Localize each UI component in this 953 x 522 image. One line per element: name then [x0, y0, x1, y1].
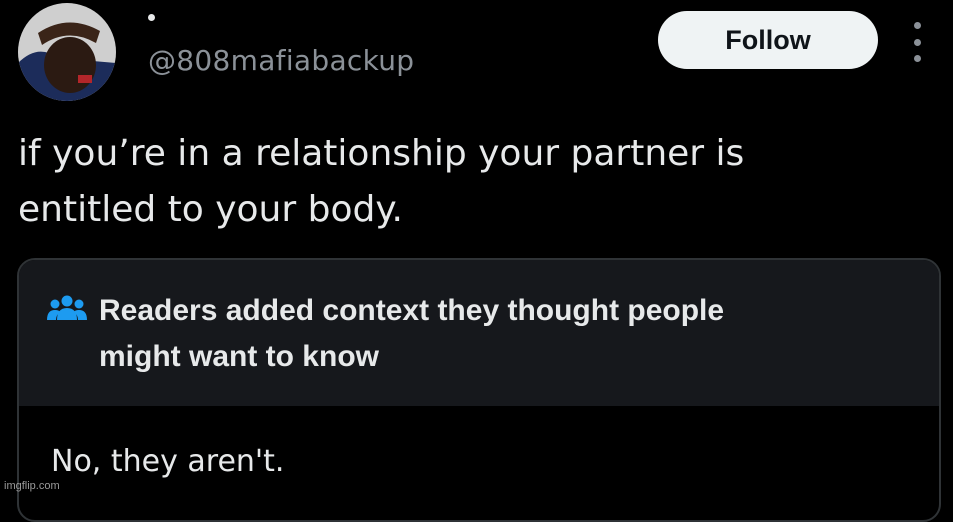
more-options-icon[interactable]	[905, 22, 929, 62]
ellipsis-dot-icon	[913, 55, 921, 62]
community-note-header: Readers added context they thought peopl…	[19, 260, 939, 406]
community-note-body: No, they aren't.	[51, 444, 285, 479]
people-group-icon	[47, 294, 87, 326]
follow-button[interactable]: Follow	[658, 11, 878, 69]
ellipsis-dot-icon	[913, 38, 921, 46]
tweet-text: if you’re in a relationship your partner…	[18, 126, 918, 238]
display-name-dot	[148, 14, 155, 21]
user-handle[interactable]: @808mafiabackup	[148, 44, 414, 77]
avatar[interactable]	[18, 3, 116, 101]
community-note-title: Readers added context they thought peopl…	[99, 288, 899, 380]
tweet-text-line: entitled to your body.	[18, 189, 403, 230]
note-title-line: Readers added context they thought peopl…	[99, 294, 725, 327]
tweet-text-line: if you’re in a relationship your partner…	[18, 133, 745, 174]
community-note[interactable]: Readers added context they thought peopl…	[17, 258, 941, 522]
note-title-line: might want to know	[99, 340, 379, 373]
imgflip-watermark: imgflip.com	[4, 480, 60, 492]
avatar-photo	[18, 3, 116, 101]
ellipsis-dot-icon	[913, 22, 921, 29]
